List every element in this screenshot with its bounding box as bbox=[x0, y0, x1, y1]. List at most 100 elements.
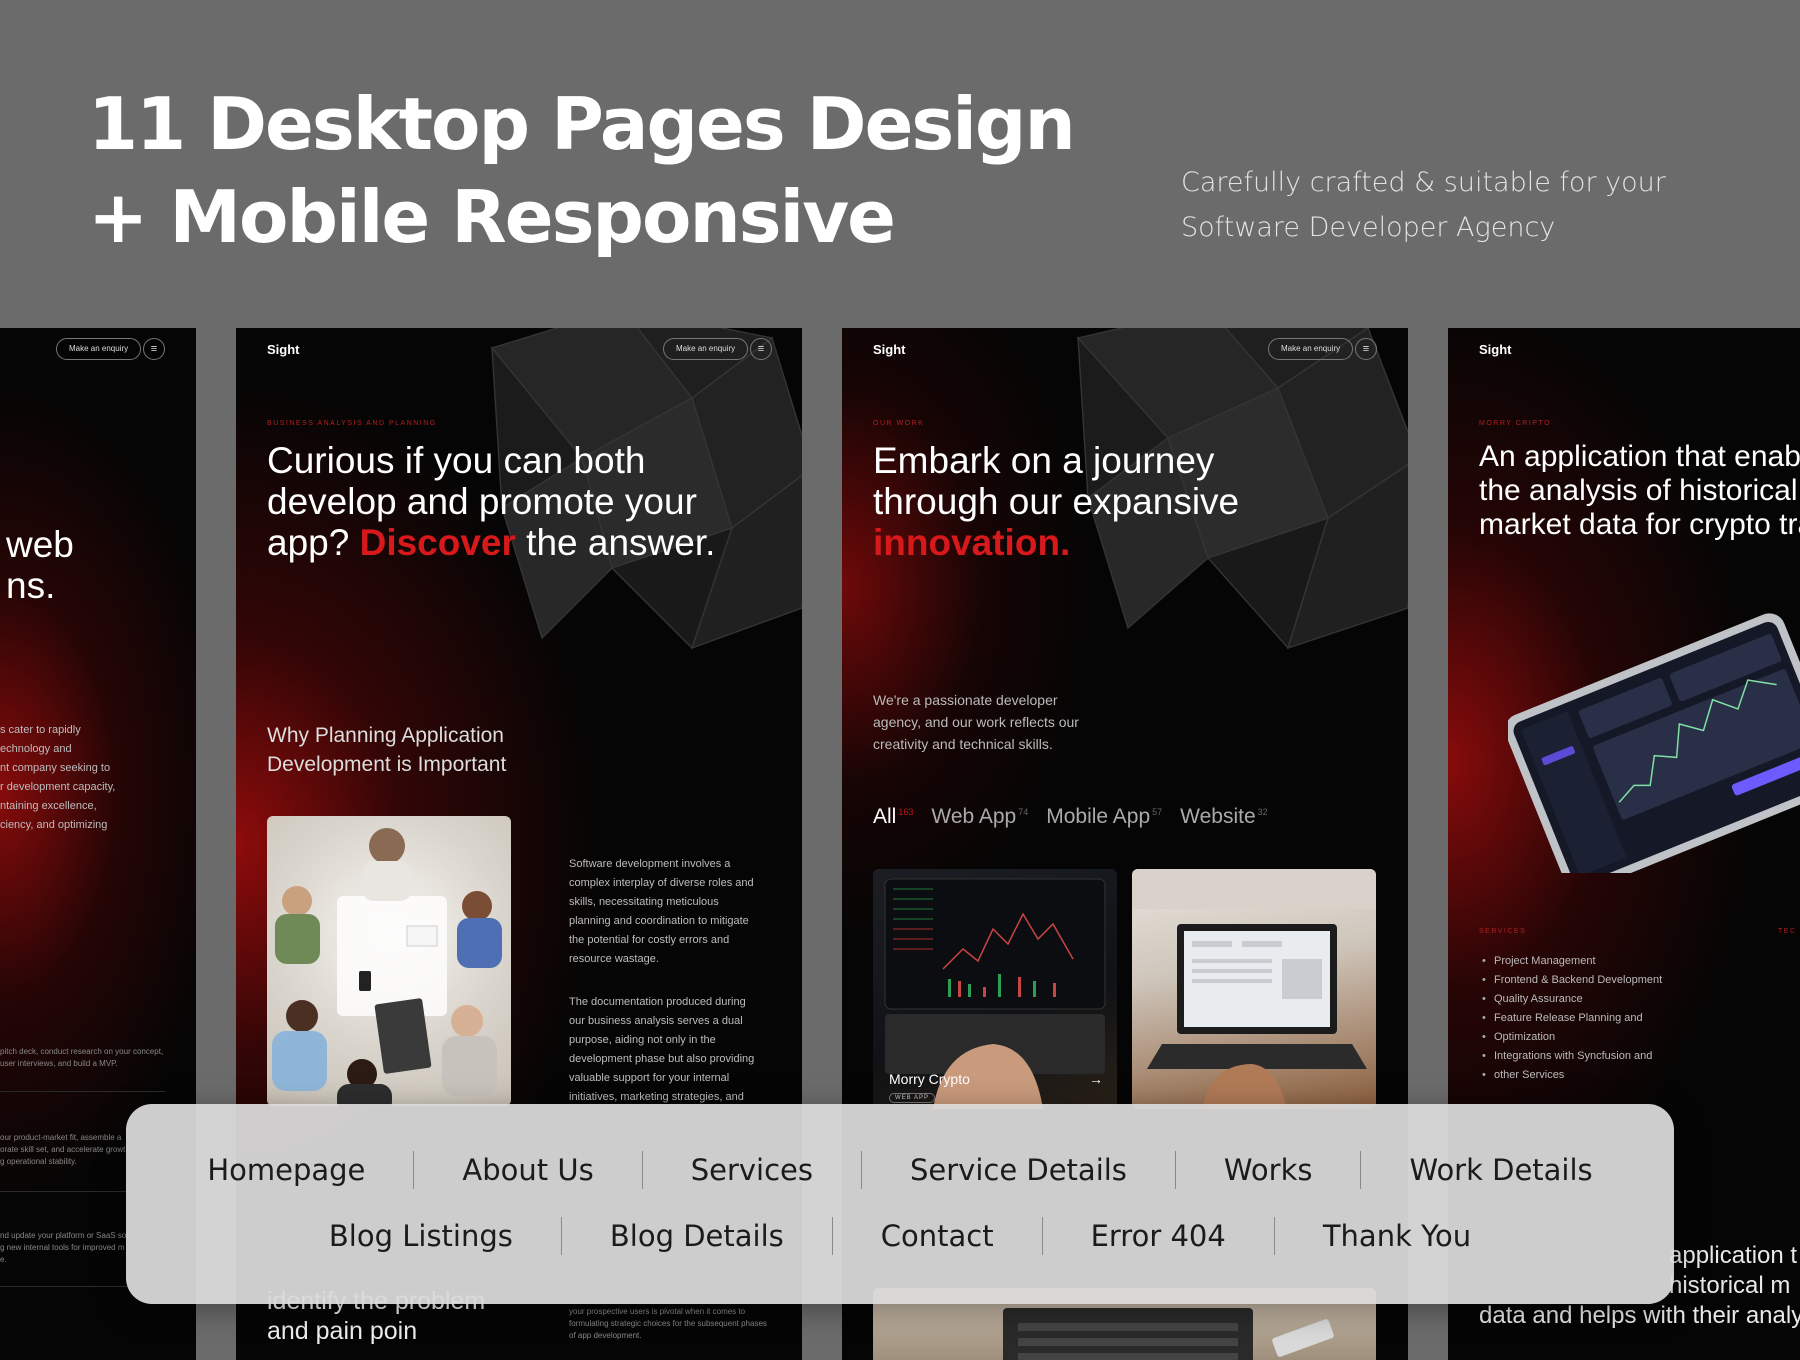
nav-link-services[interactable]: Services bbox=[643, 1150, 861, 1190]
panel1-note-3: nd update your platform or SaaS sol g ne… bbox=[0, 1230, 128, 1266]
menu-icon[interactable]: ≡ bbox=[1355, 338, 1377, 360]
paragraph-line: complex interplay of diverse roles and bbox=[569, 877, 754, 889]
heading-highlight: Discover bbox=[359, 522, 516, 563]
team-meeting-illustration bbox=[272, 828, 502, 1106]
hero-subtitle: Carefully crafted & suitable for your So… bbox=[1181, 160, 1666, 250]
nav-link-error-404[interactable]: Error 404 bbox=[1043, 1216, 1274, 1256]
panel1-note-2: our product-market fit, assemble a orate… bbox=[0, 1132, 125, 1168]
project-card-tag: WEB APP bbox=[889, 1093, 936, 1103]
filter-label: Mobile App bbox=[1046, 805, 1151, 828]
arrow-right-icon[interactable]: → bbox=[1089, 1071, 1103, 1087]
brand-logo[interactable]: Sight bbox=[1479, 342, 1512, 357]
paragraph-line: skills, necessitating meticulous bbox=[569, 896, 719, 908]
hero-subtitle-line2: Software Developer Agency bbox=[1181, 212, 1556, 243]
nav-link-contact[interactable]: Contact bbox=[833, 1216, 1042, 1256]
service-item: Frontend & Backend Development bbox=[1482, 971, 1662, 990]
panel1-note-line: g new internal tools for improved m bbox=[0, 1243, 125, 1252]
nav-link-blog-listings[interactable]: Blog Listings bbox=[281, 1216, 561, 1256]
filter-tab-website[interactable]: Website 32 bbox=[1180, 805, 1268, 829]
nav-link-works[interactable]: Works bbox=[1176, 1150, 1361, 1190]
service-item: Quality Assurance bbox=[1482, 990, 1662, 1009]
menu-icon[interactable]: ≡ bbox=[750, 338, 772, 360]
panel4-heading: An application that enab the analysis of… bbox=[1479, 440, 1800, 542]
services-list: Project Management Frontend & Backend De… bbox=[1482, 952, 1662, 1085]
panel1-body-line: ntaining excellence, bbox=[0, 800, 97, 812]
enquiry-button[interactable]: Make an enquiry bbox=[56, 338, 142, 360]
panel4-heading-line2: the analysis of historical bbox=[1479, 474, 1798, 507]
paragraph-line: valuable support for your internal bbox=[569, 1072, 730, 1084]
nav-link-blog-details[interactable]: Blog Details bbox=[562, 1216, 832, 1256]
nav-link-thank-you[interactable]: Thank You bbox=[1275, 1216, 1519, 1256]
panel2-heading-line1: Curious if you can both bbox=[267, 440, 646, 481]
intro-line: agency, and our work reflects our bbox=[873, 714, 1079, 730]
nav-link-about-us[interactable]: About Us bbox=[414, 1150, 641, 1190]
enquiry-button[interactable]: Make an enquiry bbox=[1268, 338, 1354, 360]
paragraph-line: our business analysis serves a dual bbox=[569, 1015, 743, 1027]
panel3-heading: Embark on a journey through our expansiv… bbox=[873, 440, 1239, 563]
brand-logo[interactable]: Sight bbox=[873, 342, 906, 357]
intro-line: We're a passionate developer bbox=[873, 692, 1058, 708]
enquiry-button[interactable]: Make an enquiry bbox=[663, 338, 749, 360]
panel1-body-line: s cater to rapidly bbox=[0, 724, 81, 736]
panel2-subheading: Why Planning Application Development is … bbox=[267, 721, 506, 779]
laptop-image bbox=[1132, 869, 1376, 1109]
panel1-heading-line2: ns. bbox=[6, 565, 56, 606]
service-item: other Services bbox=[1482, 1066, 1662, 1085]
hero-title-line2: + Mobile Responsive bbox=[88, 175, 896, 259]
panel1-note-line: orate skill set, and accelerate growt bbox=[0, 1145, 126, 1154]
paragraph-line: The documentation produced during bbox=[569, 996, 746, 1008]
paragraph-line: planning and coordination to mitigate bbox=[569, 915, 749, 927]
filter-label: Web App bbox=[931, 805, 1017, 828]
filter-tab-web-app[interactable]: Web App 74 bbox=[931, 805, 1028, 829]
panel1-body: s cater to rapidly echnology and nt comp… bbox=[0, 721, 115, 835]
panel2-subheading-line2: Development is Important bbox=[267, 753, 507, 776]
service-item: Project Management bbox=[1482, 952, 1662, 971]
panel1-note-line: e. bbox=[0, 1255, 7, 1264]
menu-icon[interactable]: ≡ bbox=[143, 338, 165, 360]
filter-tab-mobile-app[interactable]: Mobile App 57 bbox=[1046, 805, 1162, 829]
note-line: your prospective users is pivotal when i… bbox=[569, 1307, 746, 1316]
panel1-body-line: ciency, and optimizing bbox=[0, 819, 108, 831]
nav-link-work-details[interactable]: Work Details bbox=[1361, 1150, 1640, 1190]
filter-count: 32 bbox=[1257, 807, 1268, 817]
brand-logo[interactable]: Sight bbox=[267, 342, 300, 357]
work-filter-tabs: All 163 Web App 74 Mobile App 57 Website 32 bbox=[873, 805, 1268, 829]
hero-title-line1: 11 Desktop Pages Design bbox=[88, 82, 1076, 166]
project-card-morry-crypto[interactable]: Morry Crypto WEB APP → bbox=[873, 869, 1117, 1109]
paragraph-line: resource wastage. bbox=[569, 953, 659, 965]
project-card-laptop[interactable] bbox=[1132, 869, 1376, 1109]
nav-link-homepage[interactable]: Homepage bbox=[159, 1150, 413, 1190]
pages-nav-row-2: Blog Listings Blog Details Contact Error… bbox=[126, 1216, 1674, 1256]
panel3-intro: We're a passionate developer agency, and… bbox=[873, 689, 1079, 755]
hero-subtitle-line1: Carefully crafted & suitable for your bbox=[1181, 167, 1666, 198]
nav-link-service-details[interactable]: Service Details bbox=[862, 1150, 1175, 1190]
filter-label: All bbox=[873, 805, 897, 828]
technologies-label: Tec bbox=[1778, 928, 1797, 935]
panel4-heading-line3: market data for crypto tra bbox=[1479, 508, 1800, 541]
intro-line: creativity and technical skills. bbox=[873, 736, 1053, 752]
panel4-heading-line1: An application that enab bbox=[1479, 440, 1800, 473]
panel1-heading-line1: web bbox=[6, 524, 74, 565]
panel1-note-line: nd update your platform or SaaS sol bbox=[0, 1231, 129, 1240]
divider bbox=[0, 1091, 165, 1092]
panel1-note-line: pitch deck, conduct research on your con… bbox=[0, 1047, 164, 1056]
paragraph-line: development phase but also providing bbox=[569, 1053, 755, 1065]
panel1-heading: web ns. bbox=[6, 524, 74, 606]
filter-count: 74 bbox=[1018, 807, 1029, 817]
panel2-paragraph-2: The documentation produced during our bu… bbox=[569, 993, 754, 1107]
panel2-heading: Curious if you can both develop and prom… bbox=[267, 440, 715, 563]
tablet-dashboard-image bbox=[1508, 613, 1800, 873]
pages-nav-overlay: Homepage About Us Services Service Detai… bbox=[126, 1104, 1674, 1304]
paragraph-line: the potential for costly errors and bbox=[569, 934, 730, 946]
panel3-heading-line2: through our expansive bbox=[873, 481, 1240, 522]
service-item: Optimization bbox=[1482, 1028, 1662, 1047]
panel3-heading-line1: Embark on a journey bbox=[873, 440, 1215, 481]
filter-tab-all[interactable]: All 163 bbox=[873, 805, 913, 829]
services-label: Services bbox=[1479, 928, 1527, 935]
section-eyebrow: Business Analysis and Planning bbox=[267, 420, 437, 427]
pages-nav-row-1: Homepage About Us Services Service Detai… bbox=[126, 1150, 1674, 1190]
panel1-note-line: user interviews, and build a MVP. bbox=[0, 1059, 118, 1068]
filter-count: 57 bbox=[1152, 807, 1163, 817]
panel3-heading-highlight: innovation. bbox=[873, 522, 1071, 563]
panel2-subheading-line1: Why Planning Application bbox=[267, 724, 504, 747]
